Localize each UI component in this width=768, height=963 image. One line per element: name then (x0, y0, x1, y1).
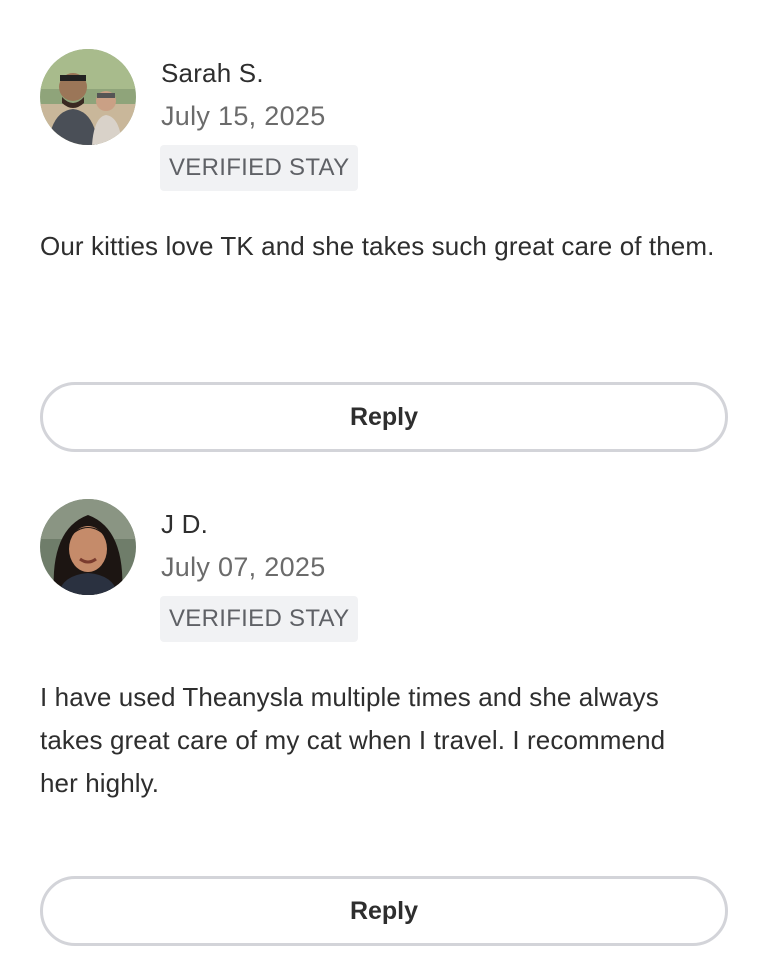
review-text: Our kitties love TK and she takes such g… (40, 231, 715, 261)
review-text: I have used Theanysla multiple times and… (40, 682, 666, 798)
review-date: July 15, 2025 (161, 101, 326, 131)
review-date: July 07, 2025 (161, 552, 326, 582)
reviewer-avatar (40, 499, 136, 595)
reviewer-avatar (40, 49, 136, 145)
verified-stay-badge: VERIFIED STAY (160, 596, 359, 642)
reply-button[interactable]: Reply (40, 382, 728, 452)
reply-button[interactable]: Reply (40, 876, 728, 946)
reviewer-name: Sarah S. (161, 58, 264, 88)
verified-stay-badge: VERIFIED STAY (160, 145, 359, 191)
reviewer-name: J D. (161, 509, 209, 539)
